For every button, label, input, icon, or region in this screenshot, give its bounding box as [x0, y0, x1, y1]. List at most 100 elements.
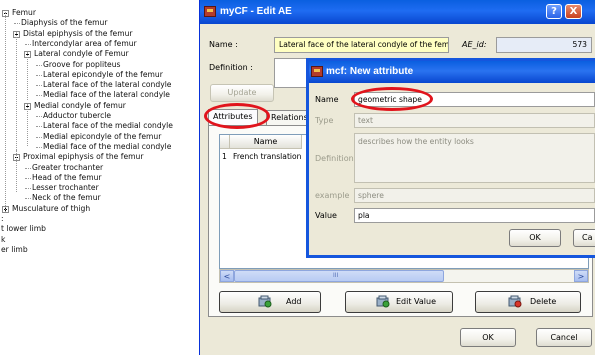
tree-guide-line: [27, 104, 28, 146]
tree-item[interactable]: Medial face of the lateral condyle: [43, 90, 170, 100]
tree-item-label: Adductor tubercle: [43, 111, 112, 120]
tree-item-label: Lesser trochanter: [32, 183, 99, 193]
scroll-left-arrow[interactable]: <: [220, 270, 234, 282]
tree-item-label: Medial face of the medial condyle: [43, 141, 172, 151]
tree-item[interactable]: Distal epiphysis of the femur: [23, 29, 133, 39]
close-button[interactable]: X: [565, 4, 582, 19]
tree-item[interactable]: Neck of the femur: [32, 193, 101, 203]
attr-value-label: Value: [315, 211, 337, 220]
tree-item[interactable]: er limb: [1, 245, 28, 255]
tree-item-label: Neck of the femur: [32, 193, 101, 203]
horizontal-scrollbar[interactable]: < III >: [219, 269, 589, 283]
dialog-cancel-button[interactable]: Ca: [573, 229, 595, 247]
scroll-thumb[interactable]: III: [234, 270, 444, 282]
tree-item[interactable]: Diaphysis of the femur: [21, 18, 107, 28]
tree-item[interactable]: Lesser trochanter: [32, 183, 99, 193]
tree-connector: [36, 146, 42, 148]
tree-item-label: Lateral face of the lateral condyle: [43, 80, 172, 90]
tree-item[interactable]: Lateral epicondyle of the femur: [43, 70, 163, 80]
tree-item[interactable]: Head of the femur: [32, 173, 102, 183]
tree-connector: [36, 136, 42, 138]
help-button[interactable]: ?: [546, 4, 562, 19]
name-column-header[interactable]: Name: [230, 135, 302, 149]
tree-item[interactable]: Medial condyle of femur: [34, 101, 126, 111]
edit-value-label: Edit Value: [396, 297, 437, 306]
tree-item-label: Lateral epicondyle of the femur: [43, 69, 163, 79]
app-icon: [204, 6, 216, 17]
delete-button-label: Delete: [530, 297, 557, 306]
add-button-label: Add: [286, 297, 302, 306]
tree-item-label: Diaphysis of the femur: [21, 18, 108, 28]
attr-value-input[interactable]: pla: [354, 208, 595, 223]
attr-name-input[interactable]: geometric shape: [354, 92, 595, 107]
tree-item-label: Medial condyle of femur: [34, 100, 126, 110]
tree-item[interactable]: k: [1, 235, 5, 245]
tree-item-label: Head of the femur: [32, 172, 102, 182]
tree-connector: [25, 167, 31, 169]
tree-item-label: Groove for popliteus: [43, 59, 121, 69]
tree-connector: [36, 74, 42, 76]
row-number: 1: [222, 152, 227, 161]
ok-button[interactable]: OK: [460, 328, 516, 347]
tree-item-label: Lateral face of the medial condyle: [43, 121, 173, 131]
tree-item[interactable]: Femur: [12, 8, 36, 18]
tree-connector: [25, 188, 31, 190]
cancel-button[interactable]: Cancel: [536, 328, 592, 347]
tree-item-label: Femur: [12, 8, 36, 17]
attr-definition-label: Definition: [315, 154, 354, 163]
name-input[interactable]: Lateral face of the lateral condyle of t…: [274, 37, 449, 53]
dialog-title: mcf: New attribute: [326, 66, 414, 77]
tree-item[interactable]: Lateral condyle of Femur: [34, 49, 129, 59]
tree-item[interactable]: Lateral face of the medial condyle: [43, 121, 173, 131]
tree-item[interactable]: Medial face of the medial condyle: [43, 142, 171, 152]
tree-guide-line: [5, 12, 6, 212]
attr-example-label: example: [315, 191, 350, 200]
tree-item-label: Medial epicondyle of the femur: [43, 131, 162, 141]
window-title: myCF - Edit AE: [220, 6, 292, 17]
tree-connector: [36, 116, 42, 117]
name-label: Name :: [209, 40, 238, 49]
row-number-header: [220, 135, 230, 149]
tree-connector: [36, 64, 42, 66]
tree-item-label: Distal epiphysis of the femur: [23, 28, 133, 38]
dialog-title-bar[interactable]: mcf: New attribute: [309, 61, 595, 83]
tree-item[interactable]: Lateral face of the lateral condyle: [43, 80, 171, 90]
attr-type-field: text: [354, 113, 595, 128]
dialog-app-icon: [311, 66, 323, 77]
tree-item-label: er limb: [1, 244, 28, 254]
add-icon: [258, 295, 272, 308]
scroll-right-arrow[interactable]: >: [574, 270, 588, 282]
tree-connector: [25, 43, 31, 45]
tree-item-label: :: [1, 214, 4, 223]
tree-guide-line: [16, 150, 17, 192]
delete-button[interactable]: Delete: [475, 291, 581, 313]
tree-connector: [36, 126, 42, 128]
tree-item[interactable]: Proximal epiphysis of the femur: [23, 152, 143, 162]
tree-item-label: k: [1, 234, 6, 244]
tab-attributes[interactable]: Attributes: [208, 109, 258, 125]
tree-item[interactable]: Musculature of thigh: [12, 204, 90, 214]
ontology-tree: Femur Diaphysis of the femur Distal epiphy…: [0, 0, 200, 355]
tree-item-label: t lower limb: [1, 224, 47, 234]
tree-item[interactable]: :: [1, 214, 4, 224]
update-button[interactable]: Update: [210, 84, 274, 102]
attr-example-field: sphere: [354, 188, 595, 203]
tree-item[interactable]: Medial epicondyle of the femur: [43, 132, 161, 142]
add-button[interactable]: Add: [219, 291, 321, 313]
window-title-bar[interactable]: myCF - Edit AE ? X: [200, 0, 595, 24]
tree-item[interactable]: Greater trochanter: [32, 163, 103, 173]
table-row[interactable]: 1 French translation: [220, 149, 320, 163]
tree-connector: [25, 177, 31, 179]
tree-item[interactable]: Adductor tubercle: [43, 111, 111, 121]
edit-value-button[interactable]: Edit Value: [345, 291, 453, 313]
dialog-ok-button[interactable]: OK: [509, 229, 561, 247]
attr-type-label: Type: [315, 116, 334, 125]
tree-item[interactable]: Groove for popliteus: [43, 60, 121, 70]
definition-label: Definition :: [209, 63, 253, 72]
tree-item[interactable]: Intercondylar area of femur: [32, 39, 137, 49]
edit-icon: [376, 295, 390, 308]
tree-item-label: Lateral condyle of Femur: [34, 49, 129, 59]
tree-item[interactable]: t lower limb: [1, 224, 46, 234]
scroll-grip: III: [333, 272, 339, 279]
new-attribute-dialog: mcf: New attribute Name geometric shape …: [306, 58, 595, 258]
